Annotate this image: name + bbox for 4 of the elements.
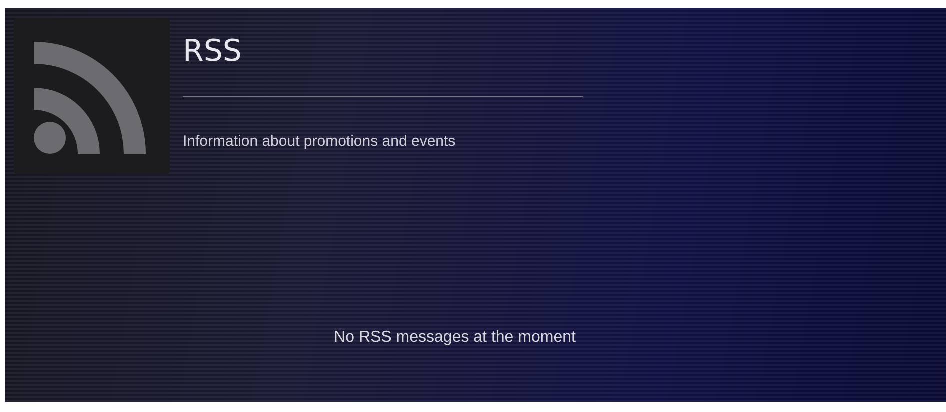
empty-message: No RSS messages at the moment (334, 329, 577, 347)
rss-icon (14, 18, 170, 174)
page-title: RSS (183, 34, 243, 70)
page-subtitle: Information about promotions and events (183, 133, 457, 150)
